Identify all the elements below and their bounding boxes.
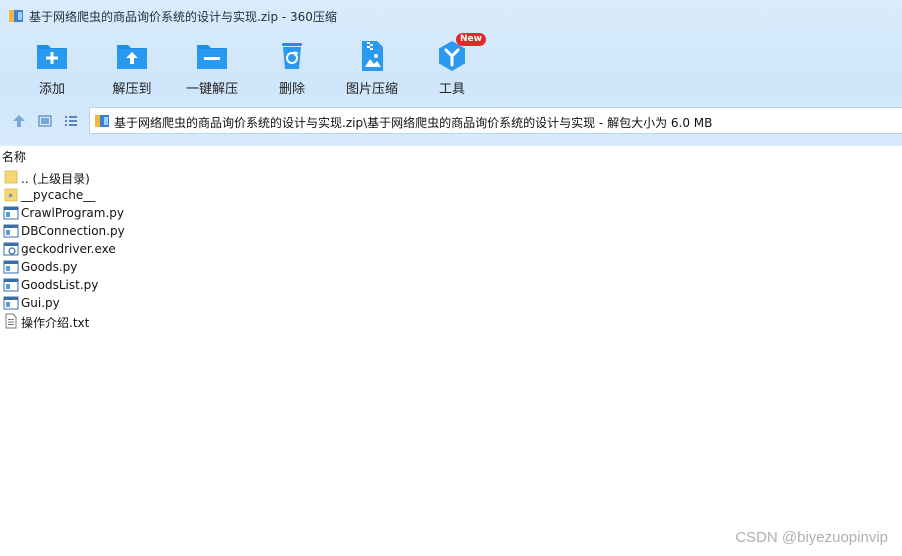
- list-item-parent-dir[interactable]: .. (上级目录): [0, 168, 902, 186]
- name-column-header[interactable]: 名称: [0, 146, 902, 164]
- title-bar: 基于网络爬虫的商品询价系统的设计与实现.zip - 360压缩: [0, 0, 902, 32]
- window-title: 基于网络爬虫的商品询价系统的设计与实现.zip - 360压缩: [29, 10, 337, 24]
- new-badge: New: [456, 33, 486, 46]
- file-list: .. (上级目录) __pycache__ CrawlProgram.py DB…: [0, 168, 902, 330]
- image-compress-label: 图片压缩: [345, 82, 398, 97]
- list-item[interactable]: __pycache__: [0, 186, 902, 204]
- list-view-icon[interactable]: [62, 112, 80, 130]
- list-item[interactable]: CrawlProgram.py: [0, 204, 902, 222]
- python-file-icon: [3, 260, 19, 274]
- delete-button[interactable]: 删除: [252, 40, 332, 98]
- image-compress-button[interactable]: 图片压缩: [332, 40, 412, 98]
- file-name: .. (上级目录): [21, 172, 90, 186]
- python-file-icon: [3, 224, 19, 238]
- add-label: 添加: [38, 82, 65, 97]
- folder-icon: [4, 188, 18, 202]
- file-name: CrawlProgram.py: [21, 206, 124, 220]
- zip-archive-icon: [9, 10, 23, 22]
- folder-icon: [4, 170, 18, 184]
- toolbar: 添加 解压到 一键解压 删除 图片压缩 New 工具: [0, 33, 902, 100]
- window-chrome: 基于网络爬虫的商品询价系统的设计与实现.zip - 360压缩 添加 解压到 一…: [0, 0, 902, 146]
- one-click-extract-button[interactable]: 一键解压: [172, 40, 252, 98]
- up-arrow-icon[interactable]: [10, 112, 28, 130]
- recycle-bin-icon: [282, 43, 302, 69]
- address-path: 基于网络爬虫的商品询价系统的设计与实现.zip\基于网络爬虫的商品询价系统的设计…: [114, 116, 713, 130]
- list-item[interactable]: Gui.py: [0, 294, 902, 312]
- file-name: Gui.py: [21, 296, 60, 310]
- zip-archive-icon: [95, 115, 109, 127]
- file-name: Goods.py: [21, 260, 78, 274]
- one-click-extract-icon: [197, 45, 227, 69]
- address-bar[interactable]: 基于网络爬虫的商品询价系统的设计与实现.zip\基于网络爬虫的商品询价系统的设计…: [89, 107, 902, 134]
- tools-button[interactable]: New 工具: [412, 33, 492, 98]
- file-name: DBConnection.py: [21, 224, 125, 238]
- tools-label: 工具: [438, 82, 465, 97]
- file-name: geckodriver.exe: [21, 242, 116, 256]
- extract-to-button[interactable]: 解压到: [92, 40, 172, 98]
- address-row: 基于网络爬虫的商品询价系统的设计与实现.zip\基于网络爬虫的商品询价系统的设计…: [0, 107, 902, 135]
- image-compress-icon: [362, 41, 383, 71]
- list-item[interactable]: geckodriver.exe: [0, 240, 902, 258]
- python-file-icon: [3, 296, 19, 310]
- file-name: 操作介绍.txt: [21, 316, 90, 330]
- delete-label: 删除: [278, 82, 305, 97]
- python-file-icon: [3, 206, 19, 220]
- one-click-extract-label: 一键解压: [185, 82, 238, 97]
- column-name-label: 名称: [2, 150, 27, 164]
- list-item[interactable]: GoodsList.py: [0, 276, 902, 294]
- executable-file-icon: [3, 242, 19, 256]
- add-folder-icon: [37, 45, 67, 69]
- add-button[interactable]: 添加: [12, 40, 92, 98]
- extract-to-label: 解压到: [112, 82, 152, 97]
- text-file-icon: [5, 313, 17, 329]
- file-name: __pycache__: [21, 188, 96, 202]
- extract-to-icon: [117, 45, 147, 69]
- file-name: GoodsList.py: [21, 278, 99, 292]
- list-item[interactable]: Goods.py: [0, 258, 902, 276]
- python-file-icon: [3, 278, 19, 292]
- list-item[interactable]: 操作介绍.txt: [0, 312, 902, 330]
- watermark: CSDN @biyezuopinvip: [735, 529, 888, 546]
- list-item[interactable]: DBConnection.py: [0, 222, 902, 240]
- thumbnail-view-icon[interactable]: [36, 112, 54, 130]
